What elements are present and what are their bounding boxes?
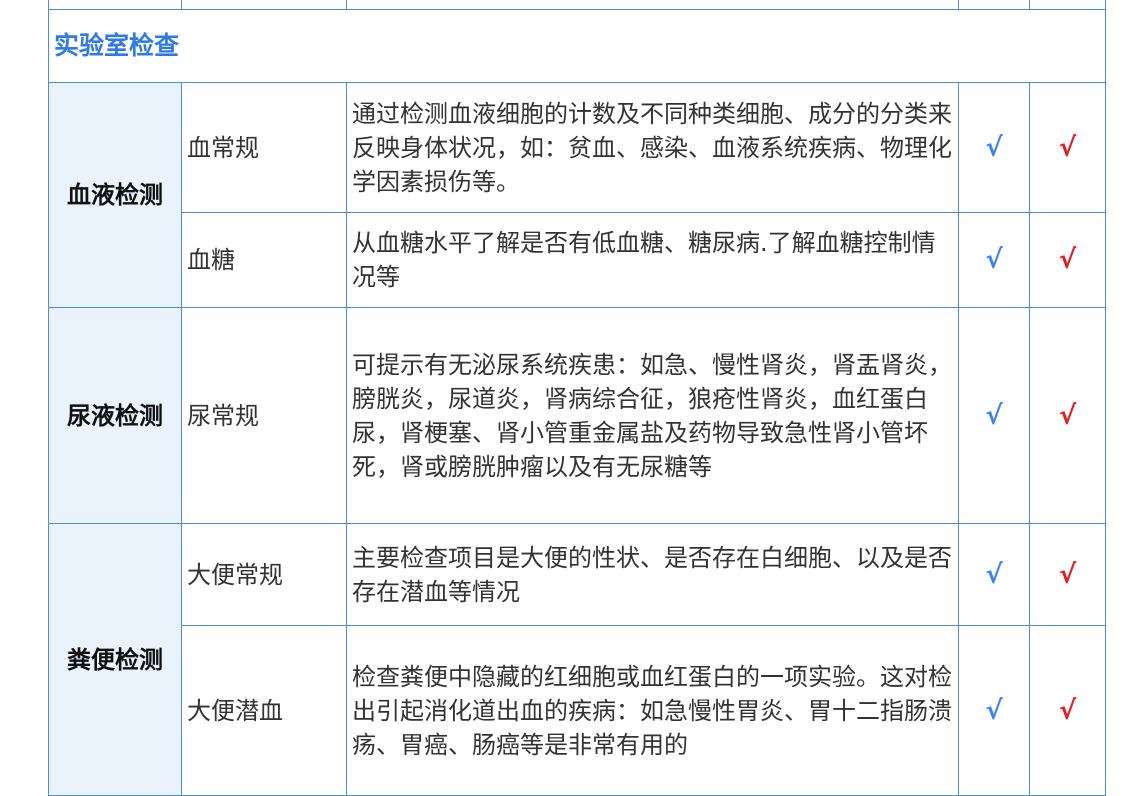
table-row: 大便潜血 检查粪便中隐藏的红细胞或血红蛋白的一项实验。这对检出引起消化道出血的疾病… — [49, 625, 1106, 796]
prev-cat-cell — [48, 0, 182, 10]
prev-check-a-cell — [958, 0, 1030, 10]
table-row: 粪便检测 大便常规 主要检查项目是大便的性状、是否存在白细胞、以及是否存在潜血等情况… — [48, 523, 1106, 796]
table-row: 血糖 从血糖水平了解是否有低血糖、糖尿病.了解血糖控制情况等 √ √ — [49, 212, 1106, 308]
exam-table: 实验室检查 血液检测 血常规 通过检测血液细胞的计数及不同种类细胞、成分的分类来反映… — [48, 0, 1106, 796]
section-header-row: 实验室检查 — [48, 9, 1106, 83]
prev-desc-cell — [346, 0, 959, 10]
item-cell: 血常规 — [181, 82, 347, 213]
check-a-cell: √ — [958, 307, 1030, 524]
section-title: 实验室检查 — [48, 9, 1106, 83]
check-b-cell: √ — [1029, 82, 1106, 213]
check-a-cell: √ — [958, 82, 1030, 213]
check-a-cell: √ — [958, 212, 1030, 308]
prev-item-cell — [181, 0, 347, 10]
description-cell: 检查粪便中隐藏的红细胞或血红蛋白的一项实验。这对检出引起消化道出血的疾病：如急慢… — [346, 625, 959, 796]
table-row: 尿液检测 尿常规 可提示有无泌尿系统疾患：如急、慢性肾炎，肾盂肾炎，膀胱炎，尿道炎，… — [48, 307, 1106, 524]
check-b-cell: √ — [1029, 625, 1106, 796]
check-b-cell: √ — [1029, 212, 1106, 308]
check-a-cell: √ — [958, 625, 1030, 796]
table-row: 血液检测 血常规 通过检测血液细胞的计数及不同种类细胞、成分的分类来反映身体状况，如… — [48, 82, 1106, 308]
exam-table-container: 实验室检查 血液检测 血常规 通过检测血液细胞的计数及不同种类细胞、成分的分类来反映… — [48, 0, 1106, 796]
check-b-cell: √ — [1029, 307, 1106, 524]
exam-table-body: 实验室检查 血液检测 血常规 通过检测血液细胞的计数及不同种类细胞、成分的分类来反映… — [48, 0, 1106, 796]
description-cell: 通过检测血液细胞的计数及不同种类细胞、成分的分类来反映身体状况，如：贫血、感染、… — [346, 82, 959, 213]
check-a-cell: √ — [958, 523, 1030, 626]
check-b-cell: √ — [1029, 523, 1106, 626]
item-cell: 大便潜血 — [181, 625, 347, 796]
description-cell: 可提示有无泌尿系统疾患：如急、慢性肾炎，肾盂肾炎，膀胱炎，尿道炎，肾病综合征，狼… — [346, 307, 959, 524]
item-cell: 血糖 — [181, 212, 347, 308]
item-cell: 大便常规 — [181, 523, 347, 626]
prev-check-b-cell — [1029, 0, 1106, 10]
description-cell: 从血糖水平了解是否有低血糖、糖尿病.了解血糖控制情况等 — [346, 212, 959, 308]
description-cell: 主要检查项目是大便的性状、是否存在白细胞、以及是否存在潜血等情况 — [346, 523, 959, 626]
category-cell: 血液检测 — [48, 82, 182, 308]
item-cell: 尿常规 — [181, 307, 347, 524]
category-cell: 粪便检测 — [48, 523, 182, 796]
category-cell: 尿液检测 — [48, 307, 182, 524]
prev-section-row — [48, 0, 1106, 10]
